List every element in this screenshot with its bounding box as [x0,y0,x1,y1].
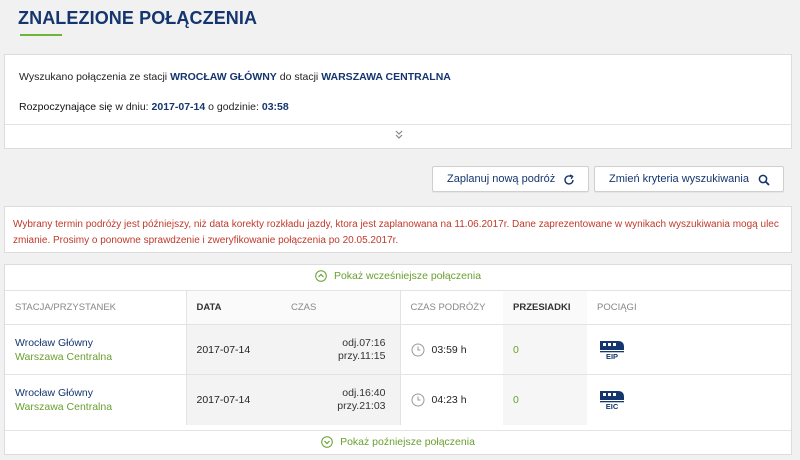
chevron-double-down-icon[interactable] [393,127,405,141]
show-earlier-button[interactable]: Pokaż wcześniejsze połączenia [5,265,791,287]
start-date-label: w dniu: [115,101,149,113]
to-station-name: Warszawa Centralna [15,400,113,413]
refresh-icon [562,173,576,187]
train-category: EIP [605,351,619,361]
show-earlier-label: Pokaż wcześniejsze połączenia [333,270,482,282]
start-time-label: o godzinie: [208,101,259,113]
train-icon[interactable]: EIP [597,339,627,361]
transfers-cell: 0 [503,324,587,375]
title-underline [20,34,62,36]
search-summary: Wyszukano połączenia ze stacji WROCŁAW G… [4,54,792,149]
chevron-circle-up-icon [315,270,327,282]
connections-table: STACJA/PRZYSTANEK DATA CZAS CZAS PODRÓŻY… [5,290,791,425]
table-row[interactable]: Wrocław Główny Warszawa Centralna 2017-0… [5,324,791,375]
to-station-name: Warszawa Centralna [15,350,113,363]
clock-icon [411,343,424,356]
from-station-name: Wrocław Główny [15,336,93,349]
to-station: WARSZAWA CENTRALNA [321,71,451,83]
duration-value: 03:59 h [431,343,467,356]
station-cell: Wrocław Główny Warszawa Centralna [5,374,187,425]
start-time: 03:58 [261,101,289,113]
col-transfers: PRZESIADKI [503,290,587,325]
plan-new-trip-label: Zaplanuj nową podróż [447,173,556,185]
start-summary: Rozpoczynające się w dniu: 2017-07-14 o … [19,101,289,113]
show-later-label: Pokaż poźniejsze połączenia [340,435,475,448]
duration-cell: 03:59 h [400,324,503,375]
departure-time: odj.07:16 [342,336,386,349]
table-row[interactable]: Wrocław Główny Warszawa Centralna 2017-0… [5,374,791,425]
date-cell: 2017-07-14 [186,324,281,375]
time-cell: odj.07:16 przy.11:15 [281,324,401,375]
page-title: ZNALEZIONE POŁĄCZENIA [18,8,258,28]
change-criteria-label: Zmień kryteria wyszukiwania [609,173,749,185]
from-station-name: Wrocław Główny [15,386,93,399]
plan-new-trip-button[interactable]: Zaplanuj nową podróż [432,166,589,192]
arrival-time: przy.11:15 [338,349,386,362]
change-criteria-button[interactable]: Zmień kryteria wyszukiwania [594,166,784,192]
train-category: EIC [605,401,619,411]
time-cell: odj.16:40 przy.21:03 [281,374,401,425]
transfers-cell: 0 [503,374,587,425]
route-summary: Wyszukano połączenia ze stacji WROCŁAW G… [19,71,451,83]
start-prefix: Rozpoczynające się [19,101,113,113]
station-cell: Wrocław Główny Warszawa Centralna [5,324,187,375]
train-cell[interactable]: EIP [587,324,791,375]
train-cell[interactable]: EIC [587,375,791,425]
table-header: STACJA/PRZYSTANEK DATA CZAS CZAS PODRÓŻY… [5,290,791,325]
start-date: 2017-07-14 [151,101,206,113]
clock-icon [411,393,424,407]
search-icon [757,173,771,187]
col-date: DATA [186,290,281,325]
route-prefix: Wyszukano połączenia ze stacji [19,71,168,83]
chevron-circle-down-icon [321,435,333,448]
col-duration: CZAS PODRÓŻY [400,290,503,325]
col-trains: POCIĄGI [587,290,791,325]
duration-value: 04:23 h [431,393,467,406]
col-time: CZAS [281,290,401,325]
connections-panel: Pokaż wcześniejsze połączenia STACJA/PRZ… [4,264,792,455]
summary-divider [5,124,791,125]
departure-time: odj.16:40 [342,386,386,399]
date-cell: 2017-07-14 [186,374,281,425]
duration-cell: 04:23 h [400,375,503,425]
col-station: STACJA/PRZYSTANEK [5,290,187,325]
train-icon[interactable]: EIC [597,389,627,411]
show-later-button[interactable]: Pokaż poźniejsze połączenia [5,430,791,452]
from-station: WROCŁAW GŁÓWNY [170,71,277,83]
arrival-time: przy.21:03 [337,399,386,412]
route-mid: do stacji [279,71,319,83]
timetable-warning: Wybrany termin podróży jest późniejszy, … [4,206,792,253]
